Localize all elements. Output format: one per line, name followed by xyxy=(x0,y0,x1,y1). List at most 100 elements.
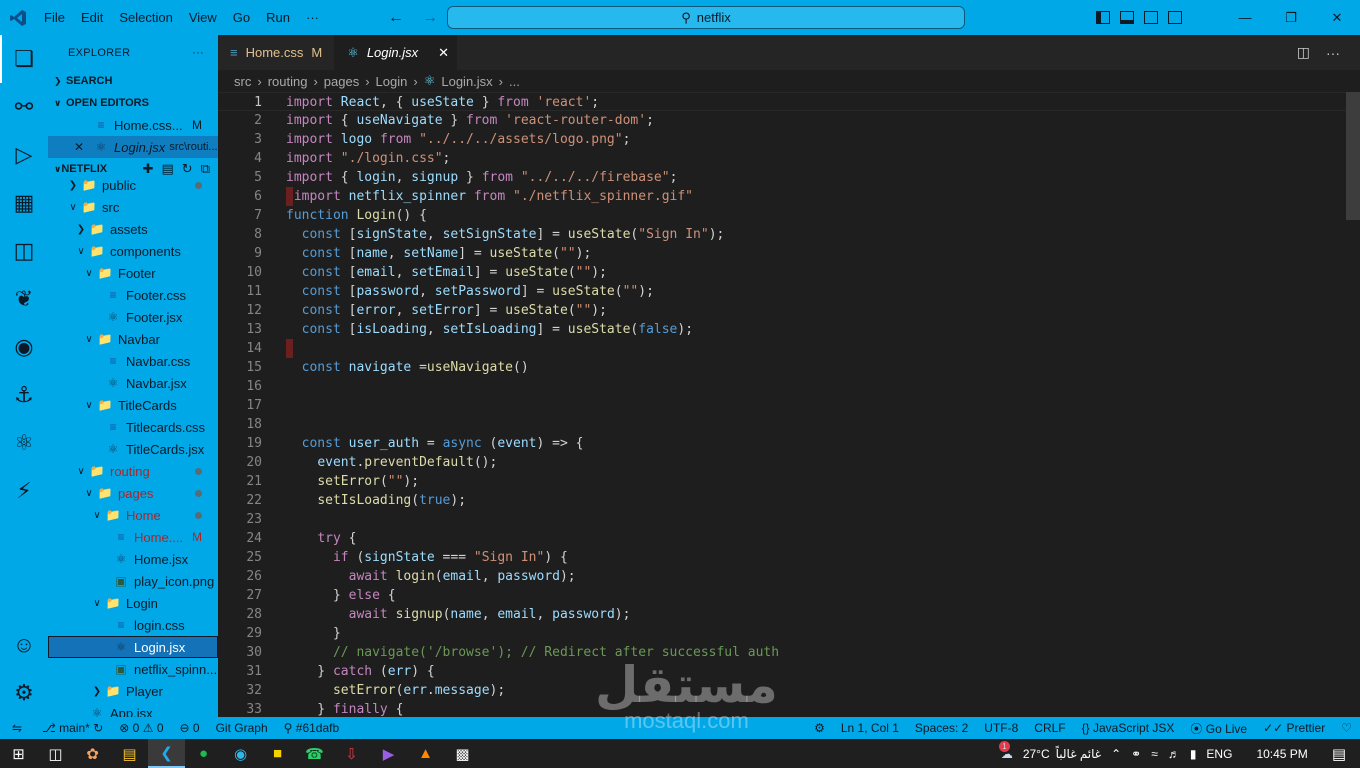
cursor-position[interactable]: Ln 1, Col 1 xyxy=(833,721,907,735)
encoding[interactable]: UTF-8 xyxy=(976,721,1026,735)
breadcrumb-item[interactable]: Login.jsx xyxy=(441,74,492,89)
code-line[interactable]: 26 await login(email, password); xyxy=(218,567,1348,586)
ports-status[interactable]: ⊖ 0 xyxy=(172,721,208,735)
remote-explorer-icon[interactable]: ◫ xyxy=(0,227,48,275)
code-line[interactable]: 5 import { login, signup } from "../../..… xyxy=(218,168,1348,187)
react-icon[interactable]: ⚛ xyxy=(0,419,48,467)
notifications-icon[interactable]: ♡ xyxy=(1333,721,1360,735)
toggle-primary-sidebar-icon[interactable] xyxy=(1096,11,1110,24)
menu-file[interactable]: File xyxy=(36,0,73,35)
tab-login-jsx[interactable]: ⚛ Login.jsx ✕ xyxy=(335,35,458,70)
vscode-taskbar-icon[interactable]: ❮ xyxy=(148,739,185,768)
menu-view[interactable]: View xyxy=(181,0,225,35)
tree-item[interactable]: ⚛ Navbar.jsx xyxy=(48,372,218,394)
menu-selection[interactable]: Selection xyxy=(111,0,180,35)
code-line[interactable]: 18 xyxy=(218,415,1348,434)
customize-layout-icon[interactable] xyxy=(1168,11,1182,24)
open-editor-item[interactable]: ≡ Home.css... M xyxy=(48,114,218,136)
tree-item[interactable]: ❯ 📁 public xyxy=(48,174,218,196)
menu-go[interactable]: Go xyxy=(225,0,258,35)
problems-status[interactable]: ⊗ 0 ⚠ 0 xyxy=(111,721,171,735)
end-of-line[interactable]: CRLF xyxy=(1026,721,1073,735)
restore-button[interactable]: ❐ xyxy=(1268,0,1314,35)
input-language[interactable]: ENG xyxy=(1206,747,1232,761)
tree-item[interactable]: ∨ 📁 Home xyxy=(48,504,218,526)
close-icon[interactable]: ✕ xyxy=(74,140,92,154)
weather-icon[interactable]: ☁ 1 xyxy=(998,740,1013,761)
volume-icon[interactable]: ♬ xyxy=(1168,747,1180,761)
task-view-icon[interactable]: ◫ xyxy=(37,739,74,768)
edge-browser-icon[interactable]: ◉ xyxy=(222,739,259,768)
code-line[interactable]: 20 event.preventDefault(); xyxy=(218,453,1348,472)
code-line[interactable]: 9 const [name, setName] = useState(""); xyxy=(218,244,1348,263)
tree-item[interactable]: ▣ netflix_spinn... xyxy=(48,658,218,680)
tree-item[interactable]: ∨ 📁 Navbar xyxy=(48,328,218,350)
git-graph-status[interactable]: Git Graph xyxy=(208,721,276,735)
code-line[interactable]: 14 xyxy=(218,339,1348,358)
split-editor-icon[interactable]: ◫ xyxy=(1297,44,1310,61)
scrollbar-thumb[interactable] xyxy=(1346,92,1360,220)
breadcrumb-item[interactable]: ... xyxy=(509,74,520,89)
menu-more[interactable]: ··· xyxy=(298,0,327,35)
weather-temp[interactable]: 27°C xyxy=(1023,747,1050,761)
tree-item[interactable]: ∨ 📁 routing xyxy=(48,460,218,482)
downloader-icon[interactable]: ⇩ xyxy=(333,739,370,768)
tree-item[interactable]: ∨ 📁 Footer xyxy=(48,262,218,284)
code-line[interactable]: 12 const [error, setError] = useState(""… xyxy=(218,301,1348,320)
extensions-icon[interactable]: ▦ xyxy=(0,179,48,227)
tree-item[interactable]: ≡ Home.... M xyxy=(48,526,218,548)
code-line[interactable]: 24 try { xyxy=(218,529,1348,548)
copilot-icon[interactable]: ✿ xyxy=(74,739,111,768)
search-section[interactable]: ❯ SEARCH xyxy=(48,70,218,92)
breadcrumb-item[interactable]: Login xyxy=(376,74,408,89)
source-control-icon[interactable]: ⚯ xyxy=(0,83,48,131)
breadcrumb-item[interactable]: src xyxy=(234,74,251,89)
windows-start-icon[interactable]: ⊞ xyxy=(0,739,37,768)
code-line[interactable]: 25 if (signState === "Sign In") { xyxy=(218,548,1348,567)
language-mode[interactable]: {} JavaScript JSX xyxy=(1074,721,1183,735)
code-line[interactable]: 17 xyxy=(218,396,1348,415)
wifi-icon[interactable]: ≈ xyxy=(1151,747,1158,761)
breadcrumb-item[interactable]: routing xyxy=(268,74,308,89)
code-line[interactable]: 4 import "./login.css"; xyxy=(218,149,1348,168)
show-hidden-icons[interactable]: ⌃ xyxy=(1111,747,1121,761)
code-line[interactable]: 2 import { useNavigate } from 'react-rout… xyxy=(218,111,1348,130)
minimize-button[interactable]: — xyxy=(1222,0,1268,35)
mongodb-leaf-icon[interactable]: ❦ xyxy=(0,275,48,323)
editor-scrollbar[interactable] xyxy=(1346,92,1360,717)
menu-run[interactable]: Run xyxy=(258,0,298,35)
code-line[interactable]: 1 import React, { useState } from 'react'… xyxy=(218,92,1348,111)
remote-icon[interactable]: ⇋ xyxy=(0,717,34,739)
spotify-icon[interactable]: ● xyxy=(185,739,222,768)
code-line[interactable]: 31 } catch (err) { xyxy=(218,662,1348,681)
tree-item[interactable]: ⚛ App.jsx xyxy=(48,702,218,718)
code-line[interactable]: 33 } finally { xyxy=(218,700,1348,717)
vlc-icon[interactable]: ▲ xyxy=(407,739,444,768)
code-line[interactable]: 22 setIsLoading(true); xyxy=(218,491,1348,510)
sticky-notes-icon[interactable]: ■ xyxy=(259,739,296,768)
back-arrow-icon[interactable]: ← xyxy=(388,9,404,27)
tree-item[interactable]: ⚛ Footer.jsx xyxy=(48,306,218,328)
tree-item[interactable]: ⚛ Login.jsx xyxy=(48,636,218,658)
tree-item[interactable]: ∨ 📁 pages xyxy=(48,482,218,504)
tree-item[interactable]: ⚛ TitleCards.jsx xyxy=(48,438,218,460)
accounts-icon[interactable]: ☺ xyxy=(0,621,48,669)
tree-item[interactable]: ∨ 📁 src xyxy=(48,196,218,218)
commit-status[interactable]: ⚲ #61dafb xyxy=(276,721,348,735)
indentation[interactable]: Spaces: 2 xyxy=(907,721,976,735)
close-button[interactable]: ✕ xyxy=(1314,0,1360,35)
toggle-secondary-sidebar-icon[interactable] xyxy=(1144,11,1158,24)
code-line[interactable]: 13 const [isLoading, setIsLoading] = use… xyxy=(218,320,1348,339)
terminal-icon[interactable]: ▩ xyxy=(444,739,481,768)
tree-item[interactable]: ⚛ Home.jsx xyxy=(48,548,218,570)
sync-icon[interactable]: ↻ xyxy=(93,721,103,735)
git-graph-icon[interactable]: ◉ xyxy=(0,323,48,371)
tree-item[interactable]: ≡ Footer.css xyxy=(48,284,218,306)
code-line[interactable]: 8 const [signState, setSignState] = useS… xyxy=(218,225,1348,244)
code-line[interactable]: 32 setError(err.message); xyxy=(218,681,1348,700)
tab-home-css[interactable]: ≡ Home.css M xyxy=(218,35,336,70)
close-tab-icon[interactable]: ✕ xyxy=(438,45,449,61)
code-editor[interactable]: 1 import React, { useState } from 'react'… xyxy=(218,92,1360,717)
settings-gear-icon[interactable]: ⚙ xyxy=(0,669,48,717)
code-line[interactable]: 29 } xyxy=(218,624,1348,643)
